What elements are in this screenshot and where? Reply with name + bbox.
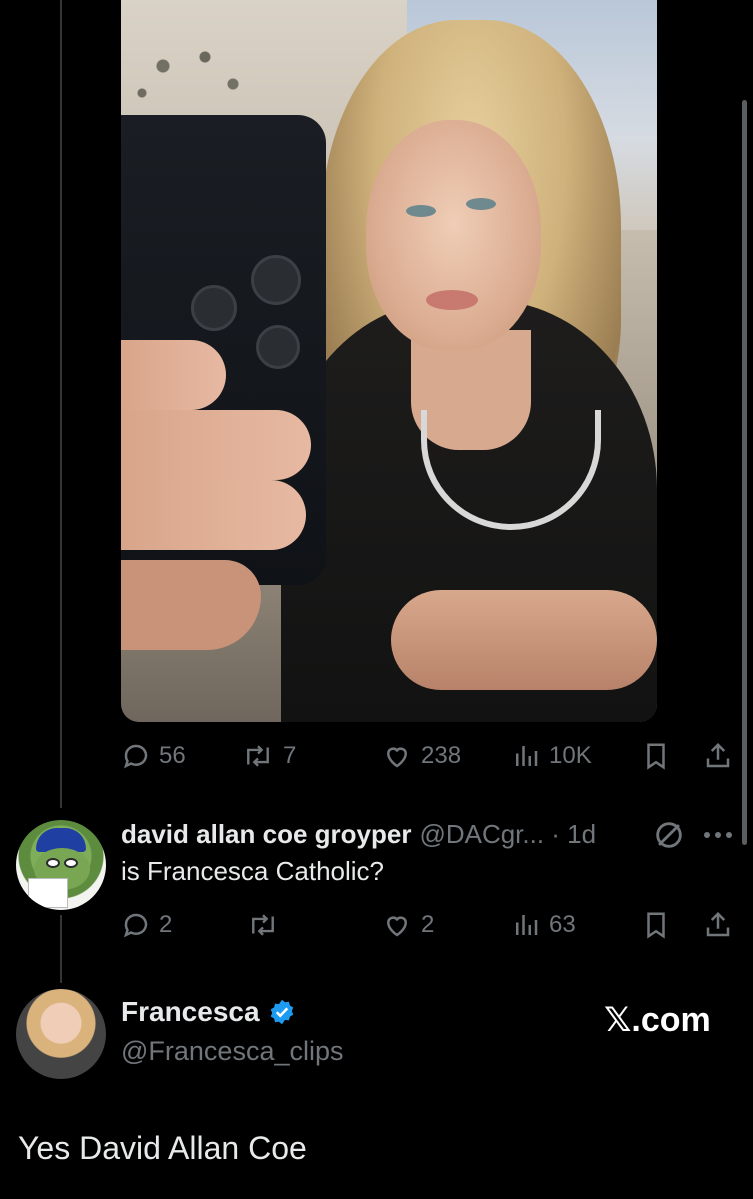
bookmark-button[interactable] [641,905,671,945]
post-text: Yes David Allan Coe [18,1130,307,1166]
like-icon [386,747,408,768]
author-avatar[interactable] [16,989,106,1079]
like-icon [386,916,408,937]
bookmark-button[interactable] [641,736,671,776]
reply-display-name[interactable]: david allan coe groyper [121,819,411,850]
like-count: 2 [421,911,435,938]
views-icon [516,915,538,935]
author-handle[interactable]: @Francesca_clips [121,1036,344,1067]
repost-icon [252,914,274,936]
mute-icon[interactable] [652,818,686,852]
reply-button[interactable]: 56 [121,736,186,776]
thread-line [60,0,62,808]
reply-icon [123,913,148,938]
repost-icon [247,745,269,767]
views-count: 63 [549,911,576,938]
reply-action-bar: 2 2 63 [121,905,736,945]
author-display-name[interactable]: Francesca [121,996,260,1028]
repost-button[interactable] [246,905,288,945]
like-count: 238 [421,742,462,769]
reply-count: 2 [159,911,173,938]
share-icon [706,911,730,937]
share-icon [706,742,730,768]
reply-handle-time[interactable]: @DACgr... · 1d [419,819,596,850]
scrollbar[interactable] [742,100,747,845]
author-name-row: Francesca [121,996,296,1028]
share-button[interactable] [703,736,733,776]
reply-avatar[interactable] [16,820,106,910]
share-button[interactable] [703,905,733,945]
views-button[interactable]: 10K [511,736,592,776]
post-image[interactable] [121,0,657,722]
like-button[interactable]: 238 [381,736,461,776]
watermark: 𝕏.com [604,1001,711,1039]
views-icon [516,746,538,766]
reply-count: 56 [159,742,186,769]
more-icon[interactable] [700,818,736,852]
views-button[interactable]: 63 [511,905,576,945]
post-action-bar: 56 7 238 10K [121,736,736,776]
reply-text: is Francesca Catholic? [121,856,384,886]
reply-button[interactable]: 2 [121,905,172,945]
repost-button[interactable]: 7 [241,736,296,776]
repost-count: 7 [283,742,297,769]
bookmark-icon [647,912,665,939]
bookmark-icon [647,743,665,770]
reply-icon [123,744,148,769]
thread-line [60,915,62,983]
views-count: 10K [549,742,592,769]
verified-icon [270,999,293,1025]
like-button[interactable]: 2 [381,905,434,945]
reply-header: david allan coe groyper @DACgr... · 1d [121,814,596,854]
